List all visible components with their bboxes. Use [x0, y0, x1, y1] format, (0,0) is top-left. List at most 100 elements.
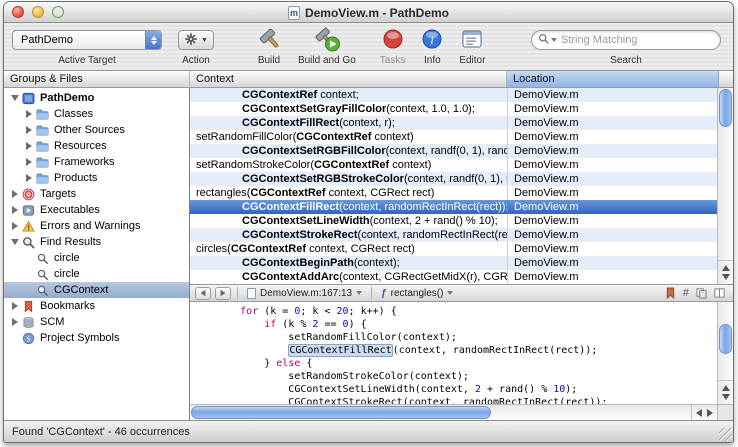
results-vertical-scrollbar[interactable] — [717, 88, 733, 284]
search-field[interactable] — [531, 30, 721, 50]
search-icon — [35, 283, 50, 297]
result-row[interactable]: CGContextAddArc(context, CGRectGetMidX(r… — [190, 270, 717, 284]
active-target-value: PathDemo — [13, 34, 145, 46]
sidebar-item-circle[interactable]: circle — [4, 266, 189, 282]
disclosure-triangle-icon[interactable] — [9, 237, 20, 248]
function-popup-caret-icon — [447, 291, 453, 295]
result-row[interactable]: setRandomFillColor(CGContextRef context)… — [190, 130, 717, 144]
disclosure-triangle-icon[interactable] — [23, 125, 34, 136]
bookmark-icon[interactable] — [665, 287, 676, 299]
sidebar-item-resources[interactable]: Resources — [4, 138, 189, 154]
location-column-header[interactable]: Location — [507, 71, 719, 87]
result-row[interactable]: CGContextSetRGBFillColor(context, randf(… — [190, 144, 717, 158]
disclosure-triangle-icon[interactable] — [23, 109, 34, 120]
search-icon — [35, 267, 50, 281]
bookmark-icon — [21, 299, 36, 313]
result-location-cell: DemoView.m — [507, 172, 717, 186]
symbols-icon: S — [21, 331, 36, 345]
scrollbar-thumb[interactable] — [191, 406, 491, 419]
back-button[interactable] — [195, 287, 211, 300]
disclosure-triangle-icon — [23, 269, 34, 280]
sidebar-item-project-symbols[interactable]: SProject Symbols — [4, 330, 189, 346]
action-button[interactable]: ▼ — [178, 30, 214, 50]
result-context-cell: CGContextRef context; — [190, 88, 507, 102]
result-row[interactable]: CGContextSetRGBStrokeColor(context, rand… — [190, 172, 717, 186]
sidebar-item-classes[interactable]: Classes — [4, 106, 189, 122]
titlebar[interactable]: m DemoView.m - PathDemo — [4, 2, 733, 23]
popup-arrows-icon — [145, 31, 161, 49]
editor-horizontal-scrollbar[interactable] — [190, 404, 717, 420]
result-location-cell: DemoView.m — [507, 88, 717, 102]
scroll-down-arrow-icon[interactable] — [722, 274, 730, 280]
result-row[interactable]: CGContextRef context;DemoView.m — [190, 88, 717, 102]
disclosure-triangle-icon[interactable] — [9, 93, 20, 104]
editor-vertical-scrollbar[interactable] — [717, 302, 733, 404]
scrollbar-arrows — [718, 260, 733, 284]
forward-button[interactable] — [215, 287, 231, 300]
tasks-button[interactable] — [382, 28, 404, 53]
sidebar-item-targets[interactable]: Targets — [4, 186, 189, 202]
sidebar-item-products[interactable]: Products — [4, 170, 189, 186]
scroll-up-arrow-icon[interactable] — [722, 385, 730, 391]
active-target-popup[interactable]: PathDemo — [12, 30, 162, 50]
zoom-button[interactable] — [52, 6, 64, 18]
action-label: Action — [182, 55, 210, 66]
result-row[interactable]: CGContextBeginPath(context);DemoView.m — [190, 256, 717, 270]
result-row[interactable]: circles(CGContextRef context, CGRect rec… — [190, 242, 717, 256]
sidebar-item-executables[interactable]: Executables — [4, 202, 189, 218]
split-pane-icon[interactable] — [714, 287, 725, 299]
close-button[interactable] — [12, 6, 24, 18]
disclosure-triangle-icon[interactable] — [9, 221, 20, 232]
scroll-up-arrow-icon[interactable] — [722, 265, 730, 271]
disclosure-triangle-icon[interactable] — [23, 173, 34, 184]
find-results-table: CGContextRef context;DemoView.mCGContext… — [190, 88, 733, 284]
disclosure-triangle-icon[interactable] — [9, 189, 20, 200]
result-row[interactable]: rectangles(CGContextRef context, CGRect … — [190, 186, 717, 200]
file-history-popup[interactable]: DemoView.m:167:13 — [244, 288, 365, 299]
build-button[interactable] — [256, 26, 282, 55]
result-row[interactable]: CGContextSetLineWidth(context, 2 + rand(… — [190, 214, 717, 228]
search-scope-caret-icon[interactable] — [551, 38, 557, 42]
result-row[interactable]: CGContextSetGrayFillColor(context, 1.0, … — [190, 102, 717, 116]
function-popup[interactable]: ƒ rectangles() — [378, 288, 456, 299]
minimize-button[interactable] — [32, 6, 44, 18]
sidebar-item-circle[interactable]: circle — [4, 250, 189, 266]
sidebar-item-other-sources[interactable]: Other Sources — [4, 122, 189, 138]
counterpart-icon[interactable] — [696, 287, 707, 299]
sidebar-item-pathdemo[interactable]: PathDemo — [4, 90, 189, 106]
disclosure-triangle-icon[interactable] — [23, 157, 34, 168]
result-row[interactable]: setRandomStrokeColor(CGContextRef contex… — [190, 158, 717, 172]
disclosure-triangle-icon[interactable] — [9, 301, 20, 312]
search-input[interactable] — [559, 33, 714, 47]
scrollbar-thumb[interactable] — [719, 324, 732, 354]
sidebar-item-label: Targets — [40, 188, 76, 200]
result-row[interactable]: CGContextStrokeRect(context, randomRectI… — [190, 228, 717, 242]
source-editor[interactable]: for (k = 0; k < 20; k++) { if (k % 2 == … — [190, 302, 733, 420]
context-column-header[interactable]: Context — [190, 71, 507, 87]
sidebar-item-bookmarks[interactable]: Bookmarks — [4, 298, 189, 314]
resize-grip[interactable] — [719, 428, 732, 441]
breakpoints-icon[interactable]: # — [683, 287, 689, 299]
scroll-down-arrow-icon[interactable] — [722, 394, 730, 400]
editor-button[interactable] — [460, 28, 484, 53]
result-row[interactable]: CGContextFillRect(context, r);DemoView.m — [190, 116, 717, 130]
disclosure-triangle-icon[interactable] — [9, 205, 20, 216]
result-row[interactable]: CGContextFillRect(context, randomRectInR… — [190, 200, 717, 214]
sidebar-item-label: Resources — [54, 140, 107, 152]
disclosure-triangle-icon[interactable] — [9, 317, 20, 328]
build-and-go-button[interactable] — [313, 26, 341, 55]
scroll-right-arrow-icon[interactable] — [707, 409, 713, 417]
info-button[interactable]: i — [421, 28, 443, 53]
sidebar-item-errors-and-warnings[interactable]: Errors and Warnings — [4, 218, 189, 234]
sidebar-item-frameworks[interactable]: Frameworks — [4, 154, 189, 170]
sidebar-item-label: Other Sources — [54, 124, 125, 136]
scrollbar-thumb[interactable] — [719, 89, 732, 127]
code-area[interactable]: for (k = 0; k < 20; k++) { if (k % 2 == … — [190, 302, 717, 404]
scroll-left-arrow-icon[interactable] — [696, 409, 702, 417]
disclosure-triangle-icon[interactable] — [23, 141, 34, 152]
file-popup-label: DemoView.m:167:13 — [260, 288, 352, 299]
sidebar-item-cgcontext[interactable]: CGContext — [4, 282, 189, 298]
sidebar-item-scm[interactable]: SCM — [4, 314, 189, 330]
groups-files-tree[interactable]: PathDemoClasses Other Sources Resources Fra… — [4, 88, 190, 420]
sidebar-item-find-results[interactable]: Find Results — [4, 234, 189, 250]
